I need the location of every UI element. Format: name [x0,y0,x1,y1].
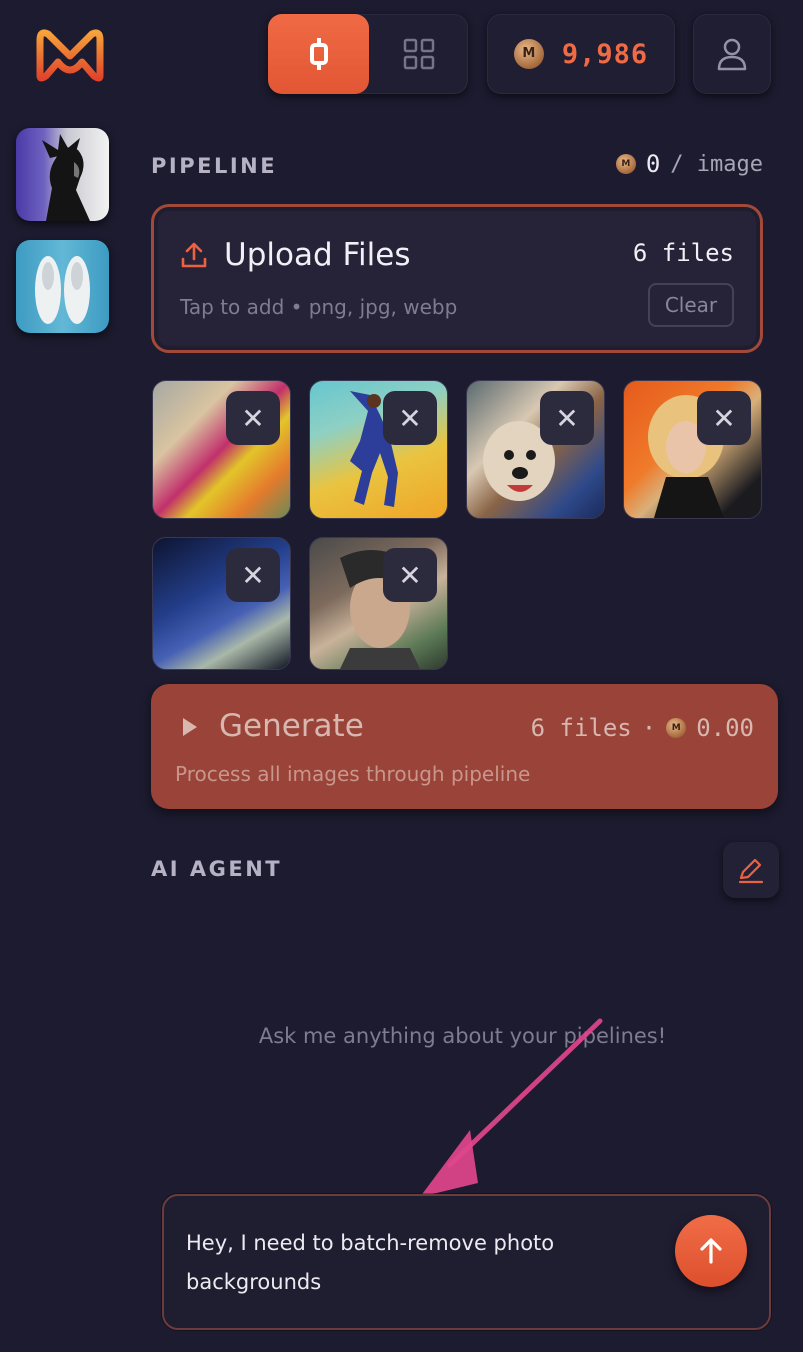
agent-empty-message: Ask me anything about your pipelines! [258,1024,667,1048]
close-icon: ✕ [398,558,422,592]
remove-file-button[interactable]: ✕ [540,391,594,445]
credits-value: 9,986 [561,38,649,70]
coin-icon [615,154,636,174]
file-thumbnail-woman-braids[interactable]: ✕ [309,537,448,670]
close-icon: ✕ [555,401,579,435]
generate-summary: 6 files · 0.00 [531,714,754,742]
sneakers-image [35,256,90,324]
coin-icon [666,718,687,738]
file-thumbnail-man-with-dog[interactable]: ✕ [466,380,605,519]
new-chat-button[interactable] [723,842,779,898]
arrow-up-icon [700,1238,722,1264]
separator: · [641,714,657,742]
generate-files: 6 files [530,714,632,742]
file-count: 6 files [632,239,734,267]
app-logo[interactable] [34,26,106,82]
user-icon [717,38,747,71]
cost-per-image: 0 / image [615,150,763,178]
portrait-image [42,134,90,221]
close-icon: ✕ [241,558,265,592]
cost-unit: / image [670,151,763,177]
portrait-thumbnail[interactable] [16,128,109,221]
file-thumbnail-fashion-pair[interactable]: ✕ [152,380,291,519]
generate-title: Generate [219,708,364,744]
pencil-icon [738,858,764,884]
remove-file-button[interactable]: ✕ [226,548,280,602]
generate-button[interactable]: Generate 6 files · 0.00 Process all imag… [151,684,778,809]
file-thumbnail-man-blue-suit[interactable]: ✕ [152,537,291,670]
play-icon [183,718,197,736]
generate-subtitle: Process all images through pipeline [175,762,531,786]
file-thumbnail-woman-orange-bg[interactable]: ✕ [623,380,762,519]
remove-file-button[interactable]: ✕ [383,391,437,445]
close-icon: ✕ [398,401,422,435]
remove-file-button[interactable]: ✕ [226,391,280,445]
annotation-arrow [420,1018,603,1197]
upload-hint: Tap to add • png, jpg, webp [180,295,458,319]
upload-title: Upload Files [224,237,411,273]
grid-icon [403,38,434,70]
credits-balance[interactable]: 9,986 [487,14,675,94]
tab-pipeline[interactable] [268,14,369,94]
pipeline-icon [309,38,328,70]
cost-value: 0 [645,150,661,178]
coin-icon [513,39,544,69]
close-icon: ✕ [712,401,736,435]
chat-input-text[interactable]: Hey, I need to batch-remove photo backgr… [186,1224,646,1302]
close-icon: ✕ [241,401,265,435]
sneakers-thumbnail[interactable] [16,240,109,333]
tab-grid[interactable] [369,14,468,94]
agent-chat-input[interactable]: Hey, I need to batch-remove photo backgr… [162,1194,771,1330]
ai-agent-label: AI AGENT [151,857,283,881]
send-button[interactable] [675,1215,747,1287]
profile-button[interactable] [693,14,771,94]
generate-cost: 0.00 [696,714,754,742]
file-thumbnail-basketball-player[interactable]: ✕ [309,380,448,519]
pipeline-label: PIPELINE [151,154,278,178]
upload-files-card[interactable]: Upload Files 6 files Tap to add • png, j… [151,204,763,353]
upload-icon [181,242,207,268]
remove-file-button[interactable]: ✕ [383,548,437,602]
remove-file-button[interactable]: ✕ [697,391,751,445]
mode-switch [268,14,468,94]
clear-button[interactable]: Clear [648,283,734,327]
